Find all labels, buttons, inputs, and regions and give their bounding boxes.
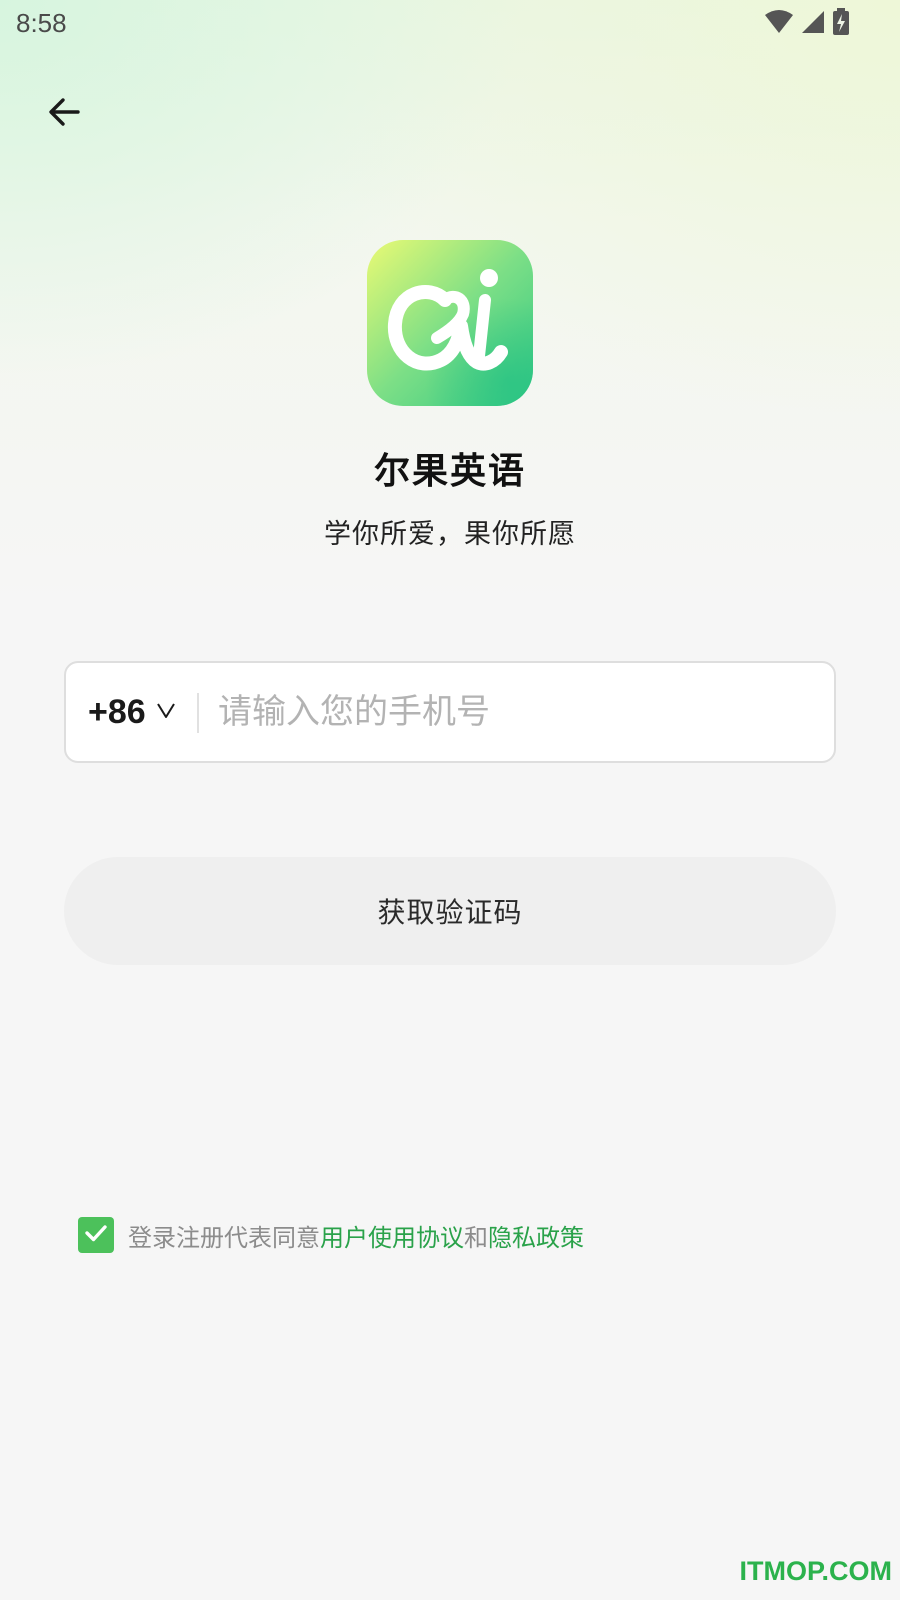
app-name: 尔果英语	[373, 451, 526, 492]
watermark: ITMOP.COM	[739, 1556, 892, 1586]
wifi-icon	[764, 9, 794, 39]
phone-number-field: +86	[64, 661, 836, 763]
arrow-left-icon	[44, 92, 84, 136]
agreement-prefix: 登录注册代表同意	[128, 1223, 320, 1252]
chevron-down-icon	[156, 700, 176, 724]
agreement-joiner: 和	[464, 1223, 488, 1252]
terms-of-use-link[interactable]: 用户使用协议	[320, 1224, 464, 1252]
agreement-checkbox[interactable]	[78, 1217, 114, 1253]
country-code-label: +86	[88, 692, 146, 731]
country-code-selector[interactable]: +86	[88, 663, 176, 761]
agreement-text: 登录注册代表同意用户使用协议和隐私政策	[128, 1218, 584, 1253]
status-time: 8:58	[16, 8, 67, 38]
checkmark-icon	[83, 1220, 109, 1250]
get-verification-code-button[interactable]: 获取验证码	[64, 857, 836, 965]
cell-signal-icon	[800, 9, 826, 39]
privacy-policy-link[interactable]: 隐私政策	[488, 1224, 584, 1252]
app-slogan: 学你所爱，果你所愿	[324, 519, 576, 550]
app-logo	[367, 240, 533, 406]
status-bar: 8:58	[0, 0, 900, 52]
status-icons	[764, 8, 850, 40]
phone-input[interactable]	[218, 681, 808, 743]
battery-charging-icon	[832, 8, 850, 40]
field-divider	[197, 693, 199, 733]
back-button[interactable]	[36, 86, 92, 142]
agreement-row: 登录注册代表同意用户使用协议和隐私政策	[78, 1217, 584, 1253]
